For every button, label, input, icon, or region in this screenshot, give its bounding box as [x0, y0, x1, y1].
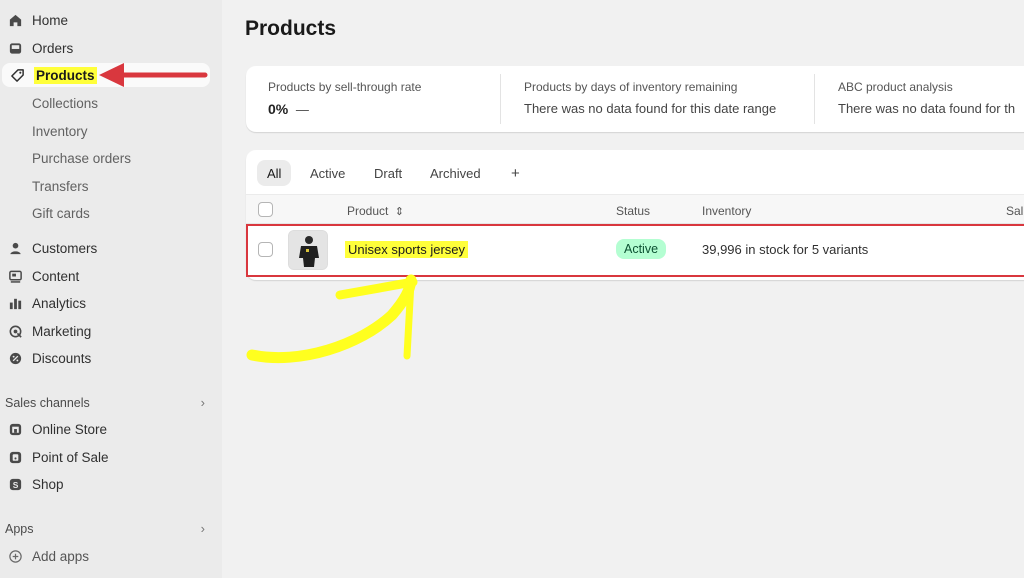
divider — [500, 74, 501, 124]
nav-products-label: Products — [34, 66, 97, 84]
target-icon — [7, 323, 23, 339]
nav-analytics[interactable]: Analytics — [0, 291, 214, 315]
content-icon — [7, 268, 23, 284]
nav-customers[interactable]: Customers — [0, 236, 214, 260]
metric-title: Products by sell-through rate — [268, 80, 422, 94]
discount-gear-icon — [7, 350, 23, 366]
metric-value: There was no data found for this date ra… — [524, 101, 777, 116]
nav-orders-label: Orders — [32, 40, 74, 56]
sidebar: Home Orders Products Collections Invento… — [0, 0, 222, 578]
nav-shop-label: Shop — [32, 476, 64, 492]
chevron-right-icon: › — [200, 395, 205, 410]
nav-marketing[interactable]: Marketing — [0, 319, 214, 343]
nav-orders[interactable]: Orders — [0, 36, 214, 60]
column-product[interactable]: Product ⇕ — [347, 204, 404, 218]
plus-circle-icon — [7, 548, 23, 564]
row-highlight-box — [246, 224, 1024, 277]
column-inventory: Inventory — [702, 204, 752, 218]
chevron-right-icon: › — [200, 521, 205, 536]
page-title: Products — [245, 17, 337, 40]
select-all-checkbox[interactable] — [258, 202, 273, 217]
column-status: Status — [616, 204, 651, 218]
metric-value-row: 0% — — [268, 101, 421, 117]
tab-archived[interactable]: Archived — [420, 160, 491, 186]
home-icon — [7, 12, 23, 28]
store-icon — [7, 421, 23, 437]
nav-online-store-label: Online Store — [32, 421, 108, 437]
nav-transfers[interactable]: Transfers — [32, 175, 89, 197]
nav-customers-label: Customers — [32, 240, 98, 256]
nav-products[interactable]: Products — [2, 63, 210, 87]
tab-all[interactable]: All — [257, 160, 292, 186]
nav-content-label: Content — [32, 268, 80, 284]
tab-draft[interactable]: Draft — [364, 160, 412, 186]
metric-value: 0% — [268, 101, 289, 117]
metric-trend: — — [295, 102, 309, 117]
add-view-button[interactable]: + — [501, 160, 530, 186]
nav-add-apps-label: Add apps — [32, 548, 90, 564]
nav-collections[interactable]: Collections — [32, 92, 98, 114]
pos-icon — [7, 449, 23, 465]
metric-sell-through[interactable]: Products by sell-through rate 0% — — [268, 80, 421, 117]
nav-content[interactable]: Content — [0, 264, 214, 288]
svg-text:S: S — [12, 479, 18, 489]
metric-title: Products by days of inventory remaining — [524, 80, 738, 94]
nav-shop[interactable]: S Shop — [0, 472, 214, 496]
metric-value: There was no data found for th — [838, 101, 1016, 116]
divider — [814, 74, 815, 124]
person-icon — [7, 240, 23, 256]
nav-discounts[interactable]: Discounts — [0, 346, 214, 370]
apps-title: Apps — [5, 521, 34, 536]
nav-purchase-orders[interactable]: Purchase orders — [32, 147, 131, 169]
column-sales: Sal — [1006, 204, 1024, 218]
table-header: Product ⇕ Status Inventory Sal — [246, 194, 1024, 224]
shop-icon: S — [7, 476, 23, 492]
nav-online-store[interactable]: Online Store — [0, 417, 214, 441]
yellow-arrow-annotation — [246, 274, 418, 364]
nav-home-label: Home — [32, 12, 69, 28]
nav-point-of-sale-label: Point of Sale — [32, 449, 109, 465]
apps-header[interactable]: Apps › — [5, 521, 205, 536]
analytics-card: Products by sell-through rate 0% — Produ… — [246, 66, 1024, 132]
sales-channels-title: Sales channels — [5, 395, 90, 410]
nav-analytics-label: Analytics — [32, 295, 87, 311]
nav-discounts-label: Discounts — [32, 350, 92, 366]
metric-title: ABC product analysis — [838, 80, 953, 94]
metric-days-inventory[interactable]: Products by days of inventory remaining … — [524, 80, 776, 116]
nav-home[interactable]: Home — [0, 8, 214, 32]
sort-icon: ⇕ — [394, 206, 404, 218]
tab-active[interactable]: Active — [300, 160, 355, 186]
nav-gift-cards[interactable]: Gift cards — [32, 202, 90, 224]
inbox-icon — [7, 40, 23, 56]
sales-channels-header[interactable]: Sales channels › — [5, 395, 205, 410]
tag-icon — [9, 67, 25, 83]
nav-add-apps[interactable]: Add apps — [0, 544, 214, 568]
bar-chart-icon — [7, 295, 23, 311]
nav-point-of-sale[interactable]: Point of Sale — [0, 445, 214, 469]
metric-abc-analysis[interactable]: ABC product analysis There was no data f… — [838, 80, 1024, 116]
column-product-label: Product — [347, 204, 389, 218]
nav-inventory[interactable]: Inventory — [32, 120, 88, 142]
nav-marketing-label: Marketing — [32, 323, 92, 339]
